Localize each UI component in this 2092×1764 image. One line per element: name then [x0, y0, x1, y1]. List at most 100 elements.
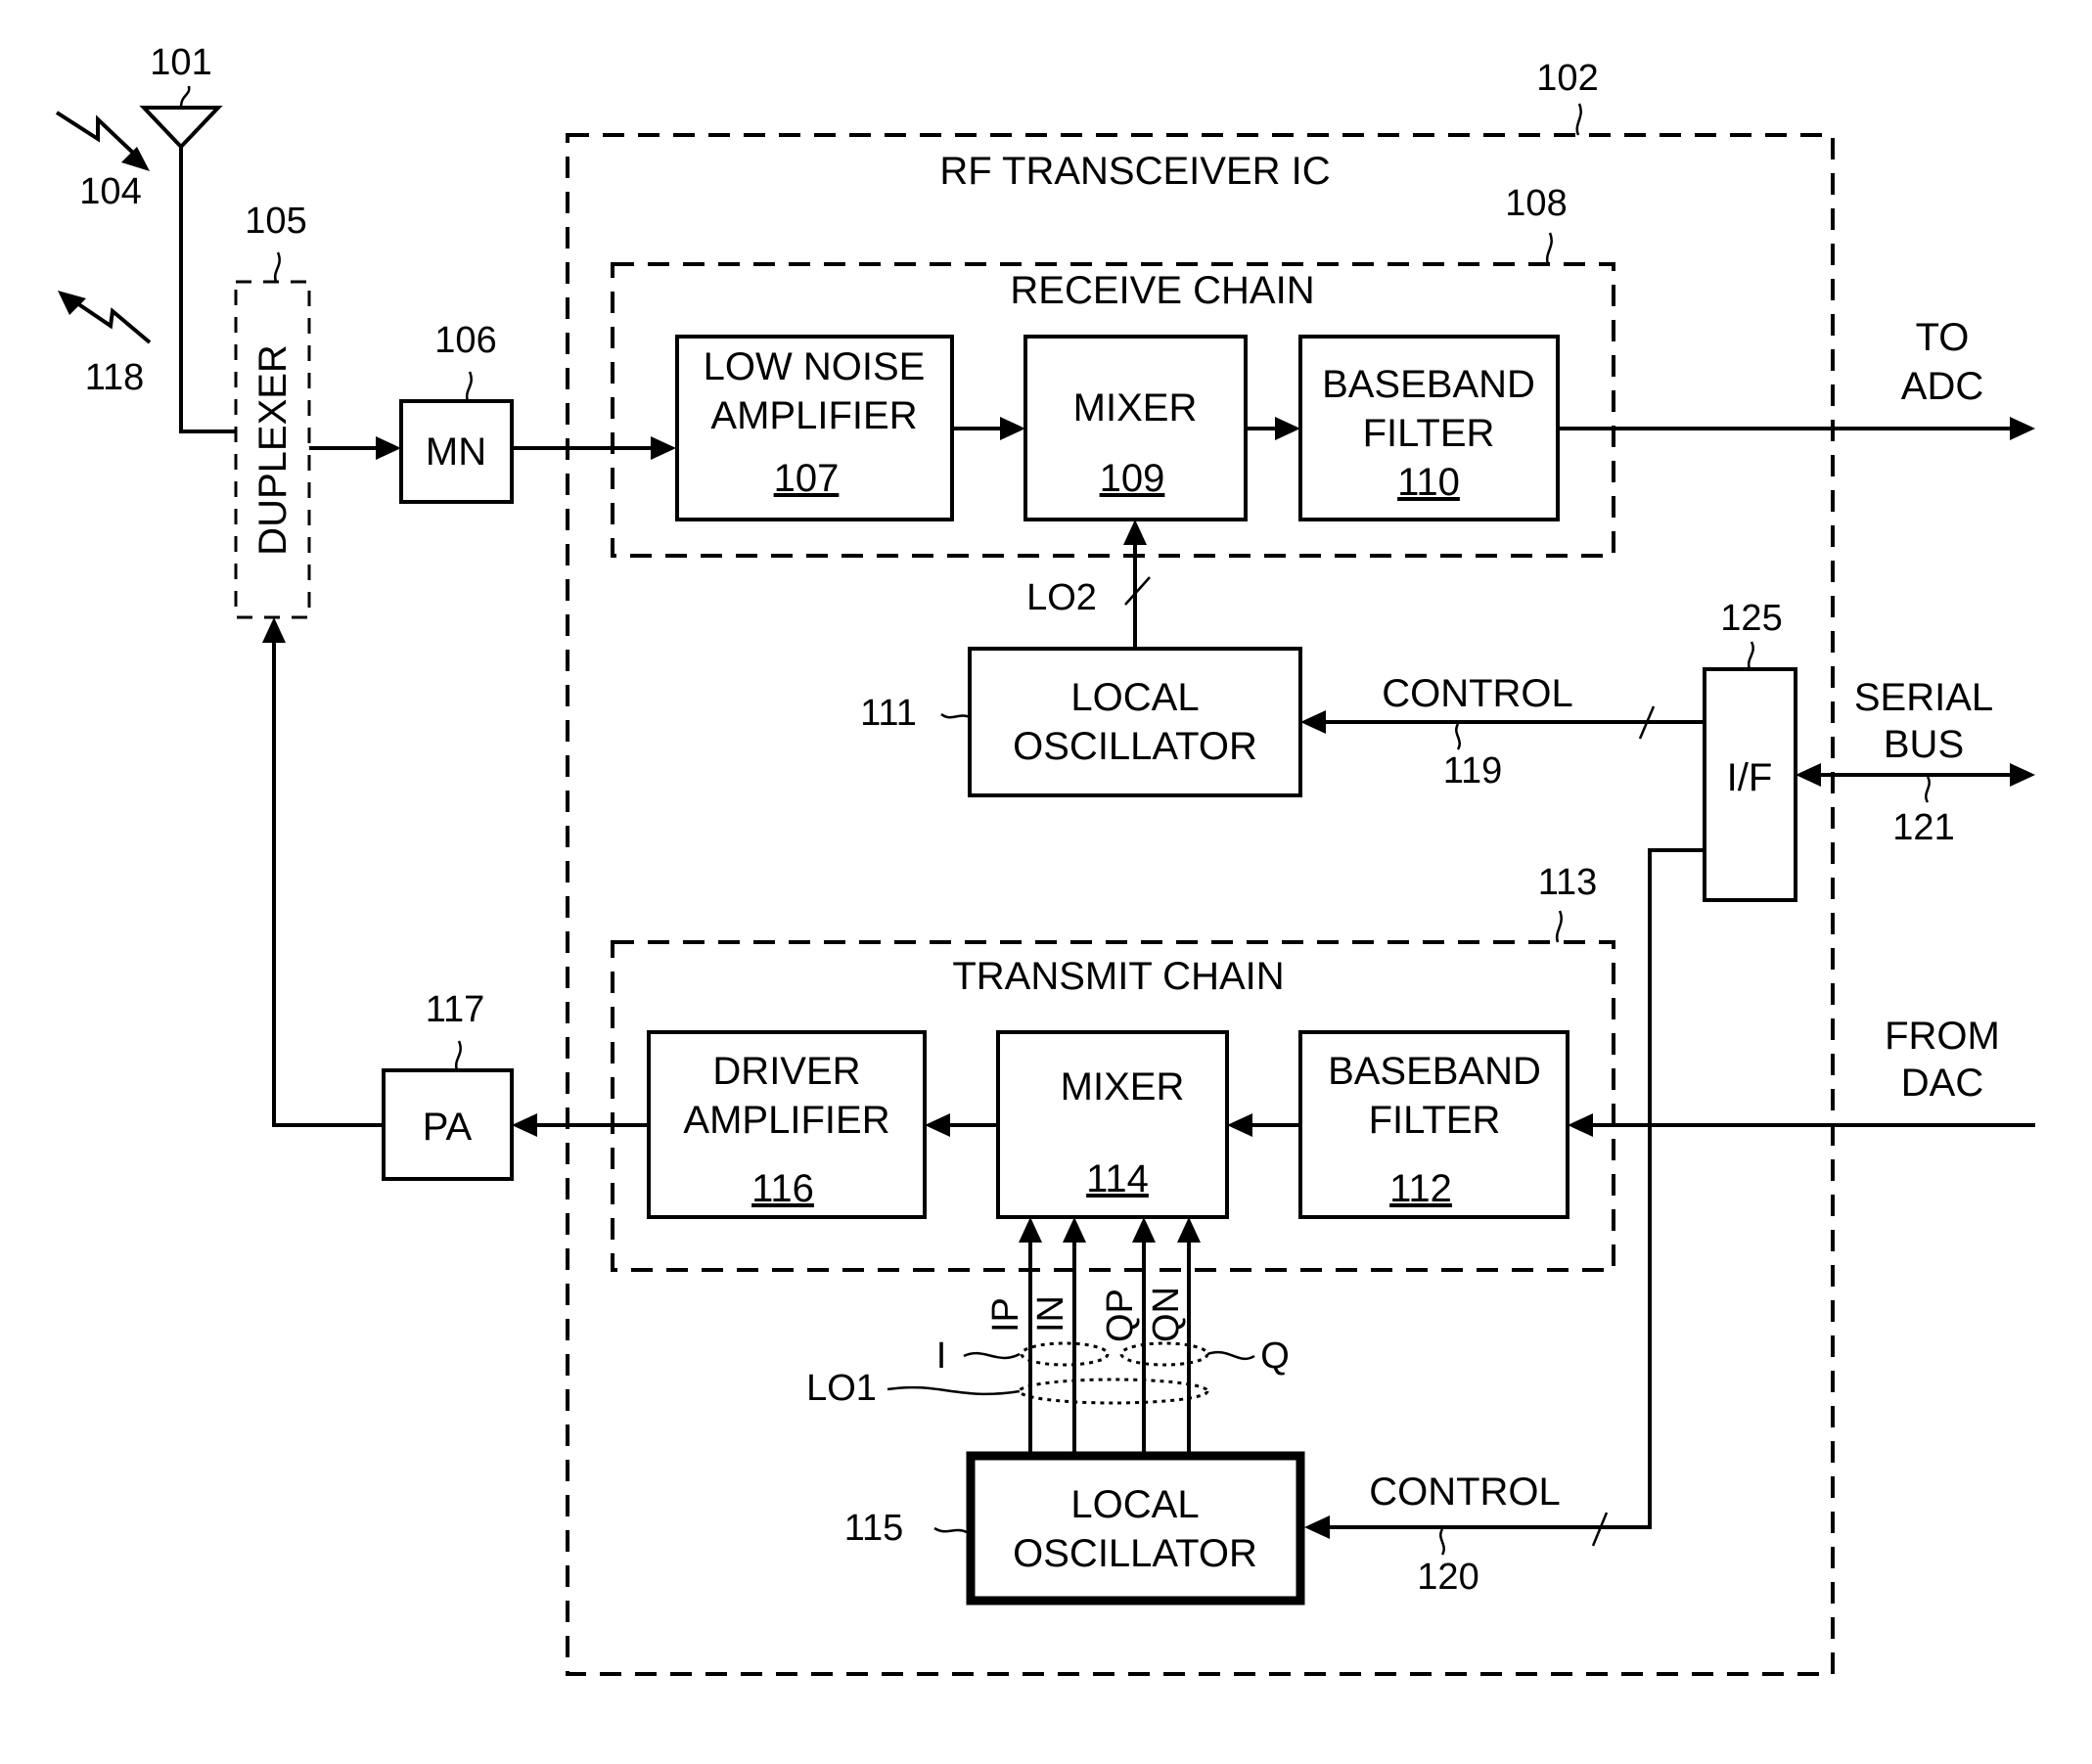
rx-mixer: MIXER 109	[1023, 335, 1248, 521]
mn-ref: 106	[434, 320, 496, 361]
rx-baseband-filter: BASEBAND FILTER 110	[1298, 335, 1560, 521]
ref-leader	[933, 1526, 968, 1534]
lo1-label: LO1	[806, 1368, 877, 1409]
arrowhead	[1227, 1113, 1252, 1137]
arrowhead	[1019, 1217, 1042, 1243]
ref-leader	[179, 85, 191, 109]
matching-network: MN 106	[399, 320, 514, 504]
ip-label: IP	[985, 1297, 1026, 1333]
incoming-signal-ref: 104	[79, 171, 141, 212]
rf-transceiver-diagram: 101 104 118 DUPLEXER 105 MN 106 RF TRANS…	[55, 42, 2035, 1676]
ref-leader	[887, 1385, 1021, 1396]
incoming-signal-icon: 104	[55, 111, 150, 212]
arrowhead	[1132, 1217, 1156, 1243]
pa-ref: 117	[426, 989, 485, 1030]
i-group-ellipse	[1020, 1341, 1110, 1367]
arrowhead	[512, 1113, 537, 1137]
control-rx-ref: 119	[1443, 750, 1503, 792]
tx-baseband-filter: BASEBAND FILTER 112	[1298, 1030, 1569, 1219]
tx-bbf-ref: 112	[1389, 1167, 1452, 1210]
receive-chain-title: RECEIVE CHAIN	[1010, 269, 1314, 312]
iq-signal-lines: IP IN QP QN I Q LO1	[806, 1217, 1290, 1454]
from-dac-label-2: DAC	[1901, 1062, 1983, 1105]
tx-lo-ref: 115	[844, 1508, 904, 1549]
transmit-chain-title: TRANSMIT CHAIN	[952, 955, 1284, 998]
tx-lo-label-1: LOCAL	[1070, 1483, 1199, 1526]
antenna-icon	[139, 106, 223, 150]
ref-leader	[940, 712, 971, 719]
low-noise-amplifier: LOW NOISE AMPLIFIER 107	[675, 335, 954, 521]
duplexer: DUPLEXER 105	[234, 201, 311, 619]
arrowhead	[1177, 1217, 1201, 1243]
rx-local-oscillator: LOCAL OSCILLATOR 111	[860, 647, 1302, 797]
bus-slash-icon	[1124, 576, 1151, 606]
qn-label: QN	[1146, 1287, 1187, 1342]
arrowhead	[651, 436, 676, 460]
tx-lo-box	[966, 1451, 1305, 1606]
tx-mixer: MIXER 114	[996, 1030, 1229, 1219]
outgoing-signal-ref: 118	[85, 357, 145, 398]
control-tx-ref: 120	[1417, 1557, 1478, 1598]
driver-label-2: AMPLIFIER	[683, 1099, 889, 1142]
lo2-label: LO2	[1026, 577, 1097, 618]
driver-ref: 116	[751, 1167, 814, 1210]
serial-bus-label-2: BUS	[1884, 723, 1964, 766]
power-amplifier: PA 117	[382, 989, 514, 1181]
rx-bbf-label-1: BASEBAND	[1322, 363, 1535, 406]
arrowhead	[1300, 710, 1326, 734]
interface-label: I/F	[1727, 756, 1773, 799]
antenna-ref: 101	[150, 42, 211, 83]
arrowhead	[1568, 1113, 1593, 1137]
control-rx-label: CONTROL	[1382, 672, 1573, 715]
rx-lo-label-2: OSCILLATOR	[1013, 725, 1257, 768]
arrowhead	[1796, 763, 1821, 787]
in-label: IN	[1030, 1295, 1071, 1333]
ref-leader	[1439, 1528, 1445, 1556]
lna-ref: 107	[774, 457, 840, 500]
serial-bus-ref: 121	[1892, 807, 1954, 848]
serial-bus-label-1: SERIAL	[1854, 676, 1993, 719]
ref-leader	[1455, 723, 1461, 750]
ref-leader	[465, 371, 473, 402]
lo1-group-ellipse	[1018, 1378, 1209, 1405]
q-group-label: Q	[1260, 1335, 1290, 1377]
tx-mixer-ref: 114	[1086, 1157, 1149, 1200]
from-dac-label-1: FROM	[1885, 1015, 2000, 1058]
arrowhead	[1275, 417, 1300, 440]
rx-lo-ref: 111	[860, 693, 917, 734]
interface: I/F 125	[1703, 598, 1797, 902]
qp-label: QP	[1100, 1289, 1141, 1342]
tx-lo-label-2: OSCILLATOR	[1013, 1532, 1257, 1575]
transmit-chain: TRANSMIT CHAIN 113 DRIVER AMPLIFIER 116 …	[611, 862, 1615, 1272]
to-adc-label-2: ADC	[1901, 365, 1983, 408]
ref-leader	[273, 251, 281, 283]
arrowhead	[2010, 763, 2035, 787]
tx-bbf-label-1: BASEBAND	[1328, 1050, 1541, 1093]
mn-label: MN	[426, 430, 486, 474]
receive-chain-ref: 108	[1505, 183, 1567, 224]
pa-to-duplexer-wire	[272, 636, 384, 1127]
pa-label: PA	[423, 1106, 473, 1149]
ic-title: RF TRANSCEIVER IC	[939, 150, 1330, 193]
arrowhead	[376, 436, 401, 460]
ref-leader	[1206, 1350, 1255, 1361]
ic-ref: 102	[1536, 58, 1598, 99]
control-tx-label: CONTROL	[1369, 1470, 1561, 1514]
arrowhead	[1304, 1515, 1330, 1539]
rx-bbf-label-2: FILTER	[1363, 412, 1495, 455]
ref-leader	[1747, 641, 1754, 670]
duplexer-label: DUPLEXER	[251, 344, 295, 556]
rx-mixer-ref: 109	[1100, 457, 1165, 500]
antenna: 101	[139, 42, 223, 150]
ref-leader	[454, 1040, 462, 1071]
rx-mixer-label: MIXER	[1073, 386, 1198, 430]
q-group-ellipse	[1119, 1341, 1209, 1367]
tx-local-oscillator: LOCAL OSCILLATOR 115	[844, 1451, 1305, 1606]
arrowhead	[1123, 520, 1147, 545]
lna-label-2: AMPLIFIER	[710, 394, 917, 437]
lna-label-1: LOW NOISE	[704, 345, 926, 388]
ref-leader	[1555, 910, 1563, 943]
antenna-feed-line	[179, 147, 236, 433]
driver-amplifier: DRIVER AMPLIFIER 116	[647, 1030, 927, 1219]
rx-lo-label-1: LOCAL	[1070, 676, 1199, 719]
